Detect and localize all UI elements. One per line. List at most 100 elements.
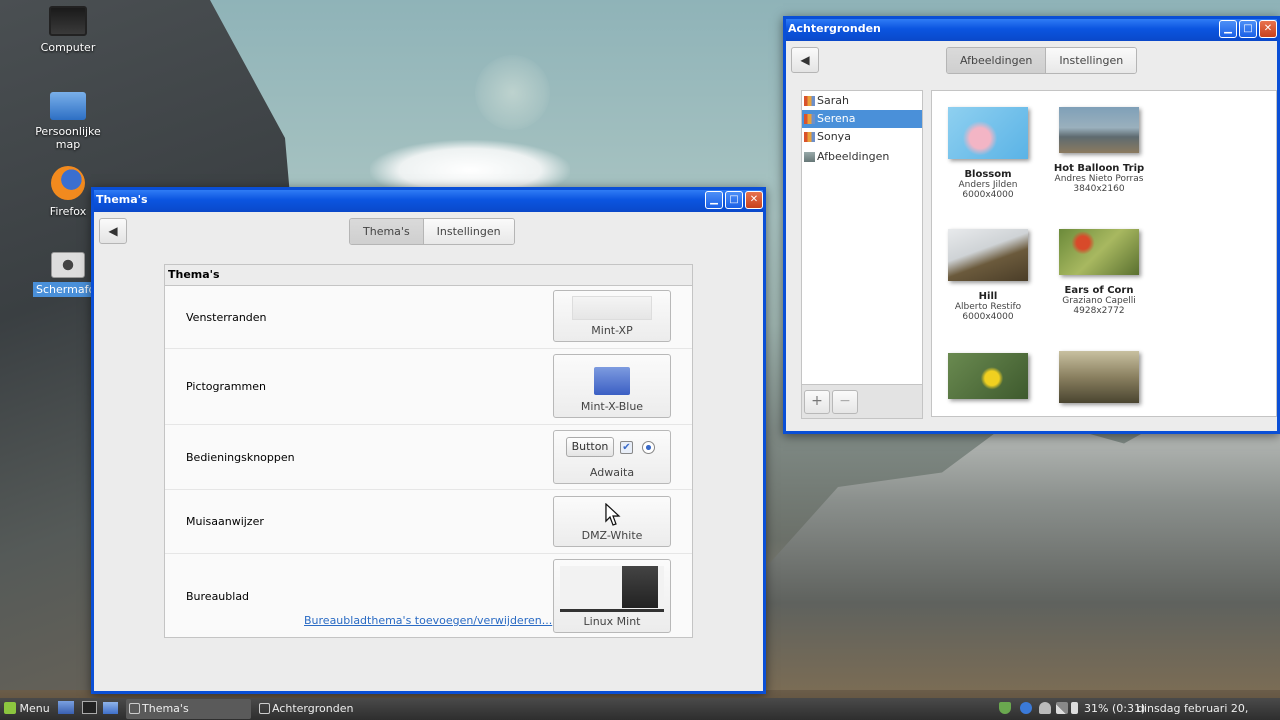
theme-row-icons: Pictogrammen Mint-X-Blue — [165, 349, 692, 425]
wallpaper-size: 6000x4000 — [962, 190, 1014, 200]
close-icon[interactable]: ✕ — [745, 191, 763, 209]
taskbar: Menu Thema's Achtergronden 31% (0:31) di… — [0, 698, 1280, 720]
controls-theme-button[interactable]: Button ✔ Adwaita — [553, 430, 671, 484]
wallpaper-thumbnail — [948, 229, 1028, 281]
collection-list: Sarah Serena Sonya Afbeeldingen + − — [801, 90, 923, 419]
camera-icon — [51, 252, 85, 278]
desktop-icon-computer[interactable]: Computer — [28, 6, 108, 55]
themes-titlebar[interactable]: Thema's ▁ □ ✕ — [94, 190, 763, 212]
themes-tabs: Thema's Instellingen — [349, 218, 515, 245]
wallpaper-tile[interactable]: Ears of Corn Graziano Capelli 4928x2772 — [1049, 229, 1149, 316]
folder-icon — [594, 367, 630, 395]
wallpaper-size: 3840x2160 — [1073, 184, 1125, 194]
minimize-icon[interactable]: ▁ — [705, 191, 723, 209]
wallpapers-window: Achtergronden ▁ □ ✕ ◀ Afbeeldingen Inste… — [783, 16, 1280, 434]
tab-settings[interactable]: Instellingen — [1045, 48, 1137, 73]
monitor-icon — [49, 6, 87, 36]
desktop-icon-label: Persoonlijke map — [35, 125, 101, 151]
wallpaper-tile[interactable]: Blossom Anders Jilden 6000x4000 — [938, 107, 1038, 200]
bluetooth-icon[interactable] — [1020, 702, 1032, 714]
taskbar-task-themes[interactable]: Thema's — [126, 699, 251, 719]
minimize-icon[interactable]: ▁ — [1219, 20, 1237, 38]
user-icon[interactable] — [1039, 702, 1051, 714]
desktop-icon-label: Firefox — [49, 205, 87, 218]
window-border-theme-button[interactable]: Mint-XP — [553, 290, 671, 342]
manage-desktop-themes-link[interactable]: Bureaubladthema's toevoegen/verwijderen.… — [304, 614, 552, 627]
wallpaper-tile[interactable] — [938, 353, 1038, 409]
wallpaper-size: 4928x2772 — [1073, 306, 1125, 316]
desktop-icon-label: Computer — [40, 41, 96, 54]
wallpaper-grid: Blossom Anders Jilden 6000x4000 Hot Ball… — [931, 90, 1277, 417]
list-item-label: Sarah — [817, 94, 849, 107]
wallpaper-tile[interactable] — [1049, 351, 1149, 413]
window-icon — [129, 703, 140, 714]
list-item-pictures[interactable]: Afbeeldingen — [802, 148, 922, 166]
theme-row-controls: Bedieningsknoppen Button ✔ Adwaita — [165, 425, 692, 490]
list-item-sarah[interactable]: Sarah — [802, 92, 922, 110]
maximize-icon[interactable]: □ — [725, 191, 743, 209]
themes-panel: Thema's Vensterranden Mint-XP Pictogramm… — [164, 264, 693, 638]
list-item-label: Afbeeldingen — [817, 150, 890, 163]
sun-glow — [475, 55, 550, 130]
menu-label: Menu — [19, 702, 50, 715]
tab-settings[interactable]: Instellingen — [422, 219, 514, 244]
wallpaper-name: Ears of Corn — [1064, 285, 1134, 296]
mint-logo-icon — [4, 702, 16, 714]
wallpaper-name: Hill — [978, 291, 998, 302]
back-button[interactable]: ◀ — [99, 218, 127, 244]
wallpapers-titlebar[interactable]: Achtergronden ▁ □ ✕ — [786, 19, 1277, 41]
wallpaper-author: Andres Nieto Porras — [1054, 174, 1144, 184]
radio-icon — [642, 441, 655, 454]
list-item-sonya[interactable]: Sonya — [802, 128, 922, 146]
terminal-icon[interactable] — [82, 699, 97, 719]
icon-theme-button[interactable]: Mint-X-Blue — [553, 354, 671, 418]
window-border-preview — [572, 296, 652, 320]
clock[interactable]: dinsdag februari 20, 19:04 — [1137, 699, 1280, 719]
row-label: Bedieningsknoppen — [186, 451, 295, 464]
task-label: Achtergronden — [272, 702, 354, 715]
list-toolbar: + − — [802, 384, 922, 418]
pen-icon[interactable] — [1056, 702, 1068, 714]
theme-row-desktop: Bureaublad Bureaubladthema's toevoegen/v… — [165, 554, 692, 638]
add-collection-button[interactable]: + — [804, 390, 830, 414]
wallpaper-tile[interactable]: Hill Alberto Restifo 6000x4000 — [938, 229, 1038, 322]
files-icon[interactable] — [103, 699, 118, 719]
back-button[interactable]: ◀ — [791, 47, 819, 73]
preview-button: Button — [566, 437, 614, 457]
desktop-theme-button[interactable]: Linux Mint — [553, 559, 671, 633]
theme-value: Mint-X-Blue — [580, 400, 644, 413]
wallpaper-name: Blossom — [964, 169, 1012, 180]
battery-icon[interactable] — [1071, 702, 1078, 714]
menu-button[interactable]: Menu — [4, 699, 50, 719]
firefox-icon — [51, 166, 85, 200]
remove-collection-button[interactable]: − — [832, 390, 858, 414]
list-item-serena[interactable]: Serena — [802, 110, 922, 128]
shield-icon[interactable] — [999, 702, 1011, 714]
taskbar-task-wallpapers[interactable]: Achtergronden — [256, 699, 381, 719]
window-title: Thema's — [96, 193, 148, 206]
wallpaper-thumbnail — [948, 107, 1028, 159]
themes-window: Thema's ▁ □ ✕ ◀ Thema's Instellingen The… — [91, 187, 766, 694]
desktop-preview — [560, 566, 664, 612]
wallpaper-thumbnail — [1059, 351, 1139, 403]
tab-themes[interactable]: Thema's — [350, 219, 423, 244]
theme-value: Adwaita — [589, 466, 635, 479]
wallpaper-thumbnail — [1059, 229, 1139, 275]
row-label: Bureaublad — [186, 590, 250, 603]
arrow-left-icon: ◀ — [108, 224, 118, 238]
show-desktop-icon[interactable] — [58, 699, 74, 719]
list-item-label: Serena — [817, 112, 856, 125]
image-folder-icon — [804, 132, 815, 142]
window-title: Achtergronden — [788, 22, 881, 35]
desktop-icon-home[interactable]: Persoonlijke map — [28, 92, 108, 152]
maximize-icon[interactable]: □ — [1239, 20, 1257, 38]
close-icon[interactable]: ✕ — [1259, 20, 1277, 38]
tab-images[interactable]: Afbeeldingen — [947, 48, 1046, 73]
mouse-cursor-icon — [605, 503, 621, 526]
wallpaper-tile[interactable]: Hot Balloon Trip Andres Nieto Porras 384… — [1049, 107, 1149, 194]
list-item-label: Sonya — [817, 130, 851, 143]
task-label: Thema's — [142, 702, 189, 715]
theme-value: DMZ-White — [581, 529, 643, 542]
wallpapers-tabs: Afbeeldingen Instellingen — [946, 47, 1138, 74]
image-folder-icon — [804, 96, 815, 106]
